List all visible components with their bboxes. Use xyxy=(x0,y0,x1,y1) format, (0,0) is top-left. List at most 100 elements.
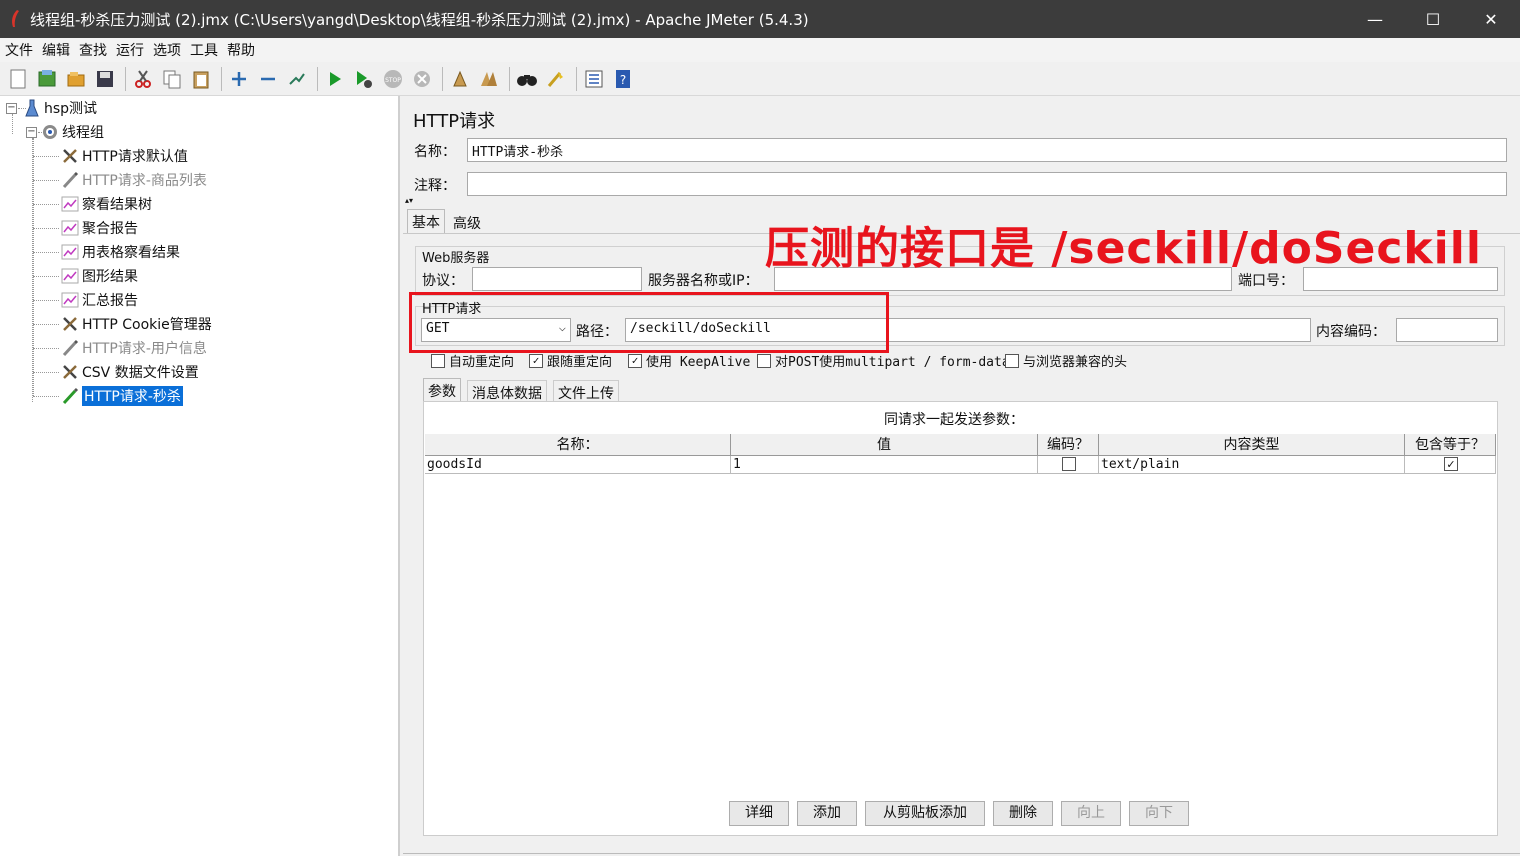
chart-icon xyxy=(60,218,80,238)
svg-text:?: ? xyxy=(620,73,626,87)
column-header-name[interactable]: 名称： xyxy=(425,434,731,456)
cut-icon[interactable] xyxy=(130,66,156,92)
tree-node-item[interactable]: HTTP Cookie管理器 xyxy=(60,313,212,335)
menu-search[interactable]: 查找 xyxy=(79,40,107,60)
option-checkbox[interactable]: ✓ 跟随重定向 xyxy=(529,351,612,370)
name-label: 名称： xyxy=(414,144,456,160)
close-button[interactable]: ✕ xyxy=(1462,0,1520,38)
tree-node-item[interactable]: HTTP请求-用户信息 xyxy=(60,337,207,359)
paste-icon[interactable] xyxy=(188,66,214,92)
column-header-content-type[interactable]: 内容类型 xyxy=(1099,434,1405,456)
option-checkbox[interactable]: 与浏览器兼容的头 xyxy=(1005,351,1127,370)
table-action-button[interactable]: 详细 xyxy=(729,801,789,826)
help-icon[interactable]: ? xyxy=(610,66,636,92)
reset-search-icon[interactable] xyxy=(543,66,569,92)
templates-icon[interactable] xyxy=(34,66,60,92)
column-header-encode[interactable]: 编码？ xyxy=(1038,434,1099,456)
params-caption: 同请求一起发送参数： xyxy=(884,412,1024,428)
table-action-button[interactable]: 删除 xyxy=(993,801,1053,826)
encode-checkbox[interactable] xyxy=(1062,457,1076,471)
tree-node-item[interactable]: HTTP请求-商品列表 xyxy=(60,169,207,191)
tree-node-item[interactable]: 察看结果树 xyxy=(60,193,152,215)
option-label: 跟随重定向 xyxy=(547,355,613,370)
start-icon[interactable] xyxy=(322,66,348,92)
menu-file[interactable]: 文件 xyxy=(5,40,33,60)
copy-icon[interactable] xyxy=(159,66,185,92)
menu-help[interactable]: 帮助 xyxy=(227,40,255,60)
toggle-icon[interactable] xyxy=(284,66,310,92)
tree-node-item[interactable]: 用表格察看结果 xyxy=(60,241,180,263)
menu-options[interactable]: 选项 xyxy=(153,40,181,60)
tree-node-test-plan[interactable]: hsp测试 xyxy=(22,97,97,119)
clear-icon[interactable] xyxy=(447,66,473,92)
test-plan-flask-icon xyxy=(22,98,42,118)
shutdown-icon[interactable] xyxy=(409,66,435,92)
svg-text:STOP: STOP xyxy=(385,77,401,84)
minimize-button[interactable]: — xyxy=(1346,0,1404,38)
tree-node-item[interactable]: HTTP请求-秒杀 xyxy=(60,385,183,407)
comment-field[interactable] xyxy=(467,172,1507,196)
maximize-button[interactable]: ☐ xyxy=(1404,0,1462,38)
tree-node-item[interactable]: 聚合报告 xyxy=(60,217,138,239)
title-bar: 线程组-秒杀压力测试 (2).jmx (C:\Users\yangd\Deskt… xyxy=(0,0,1520,38)
param-encode-cell[interactable] xyxy=(1038,456,1099,474)
tree-node-label: HTTP请求-商品列表 xyxy=(82,173,207,189)
tree-node-item[interactable]: CSV 数据文件设置 xyxy=(60,361,199,383)
option-checkbox[interactable]: 对POST使用multipart / form-data xyxy=(757,351,1010,370)
tab-advanced[interactable]: 高级 xyxy=(449,211,485,235)
root-collapse-toggle[interactable]: − xyxy=(6,103,17,114)
column-header-include-equals[interactable]: 包含等于？ xyxy=(1405,434,1496,456)
protocol-field[interactable] xyxy=(472,267,642,291)
function-helper-icon[interactable] xyxy=(581,66,607,92)
menu-run[interactable]: 运行 xyxy=(116,40,144,60)
open-icon[interactable] xyxy=(63,66,89,92)
collapse-all-icon[interactable] xyxy=(255,66,281,92)
parameters-table-panel: 同请求一起发送参数： 名称： 值 编码？ 内容类型 包含等于？ goodsId … xyxy=(423,401,1498,836)
annotation-text: 压测的接口是 /seckill/doSeckill xyxy=(765,223,1482,274)
tree-node-thread-group[interactable]: 线程组 xyxy=(40,121,104,143)
menu-edit[interactable]: 编辑 xyxy=(42,40,70,60)
menu-tools[interactable]: 工具 xyxy=(190,40,218,60)
content-encoding-field[interactable] xyxy=(1396,318,1498,342)
table-action-button[interactable]: 从剪贴板添加 xyxy=(865,801,985,826)
column-header-value[interactable]: 值 xyxy=(731,434,1038,456)
web-server-group-label: Web服务器 xyxy=(422,251,490,266)
checkbox-box[interactable] xyxy=(1005,353,1019,368)
chart-icon xyxy=(60,194,80,214)
tree-node-label: 察看结果树 xyxy=(82,197,152,213)
splitter-arrows-icon[interactable]: ▴▾ xyxy=(405,196,413,205)
start-no-pauses-icon[interactable] xyxy=(351,66,377,92)
name-field[interactable]: HTTP请求-秒杀 xyxy=(467,138,1507,162)
checkbox-box[interactable]: ✓ xyxy=(628,353,642,368)
pen-icon xyxy=(60,338,80,358)
panel-heading: HTTP请求 xyxy=(413,111,496,132)
checkbox-box[interactable]: ✓ xyxy=(529,353,543,368)
param-name-cell[interactable]: goodsId xyxy=(425,456,731,474)
new-icon[interactable] xyxy=(5,66,31,92)
param-content-type-cell[interactable]: text/plain xyxy=(1099,456,1405,474)
checkbox-box[interactable] xyxy=(431,353,445,368)
option-checkbox[interactable]: 自动重定向 xyxy=(431,351,514,370)
tree-node-label: HTTP Cookie管理器 xyxy=(82,317,212,333)
thread-group-collapse-toggle[interactable]: − xyxy=(26,127,37,138)
checkbox-box[interactable] xyxy=(757,353,771,368)
expand-all-icon[interactable] xyxy=(226,66,252,92)
stop-icon[interactable]: STOP xyxy=(380,66,406,92)
save-icon[interactable] xyxy=(92,66,118,92)
option-checkbox[interactable]: ✓ 使用 KeepAlive xyxy=(628,351,750,370)
include-equals-checkbox[interactable]: ✓ xyxy=(1444,457,1458,471)
tree-node-label: CSV 数据文件设置 xyxy=(82,365,199,381)
content-encoding-label: 内容编码： xyxy=(1316,324,1386,340)
tree-node-item[interactable]: HTTP请求默认值 xyxy=(60,145,188,167)
param-include-equals-cell[interactable]: ✓ xyxy=(1405,456,1496,474)
table-action-button[interactable]: 向上 xyxy=(1061,801,1121,826)
tab-parameters[interactable]: 参数 xyxy=(423,378,461,403)
table-action-button[interactable]: 向下 xyxy=(1129,801,1189,826)
clear-all-icon[interactable] xyxy=(476,66,502,92)
tree-node-item[interactable]: 图形结果 xyxy=(60,265,138,287)
table-action-button[interactable]: 添加 xyxy=(797,801,857,826)
search-icon[interactable] xyxy=(514,66,540,92)
tab-basic[interactable]: 基本 xyxy=(407,209,445,234)
param-value-cell[interactable]: 1 xyxy=(731,456,1038,474)
tree-node-item[interactable]: 汇总报告 xyxy=(60,289,138,311)
